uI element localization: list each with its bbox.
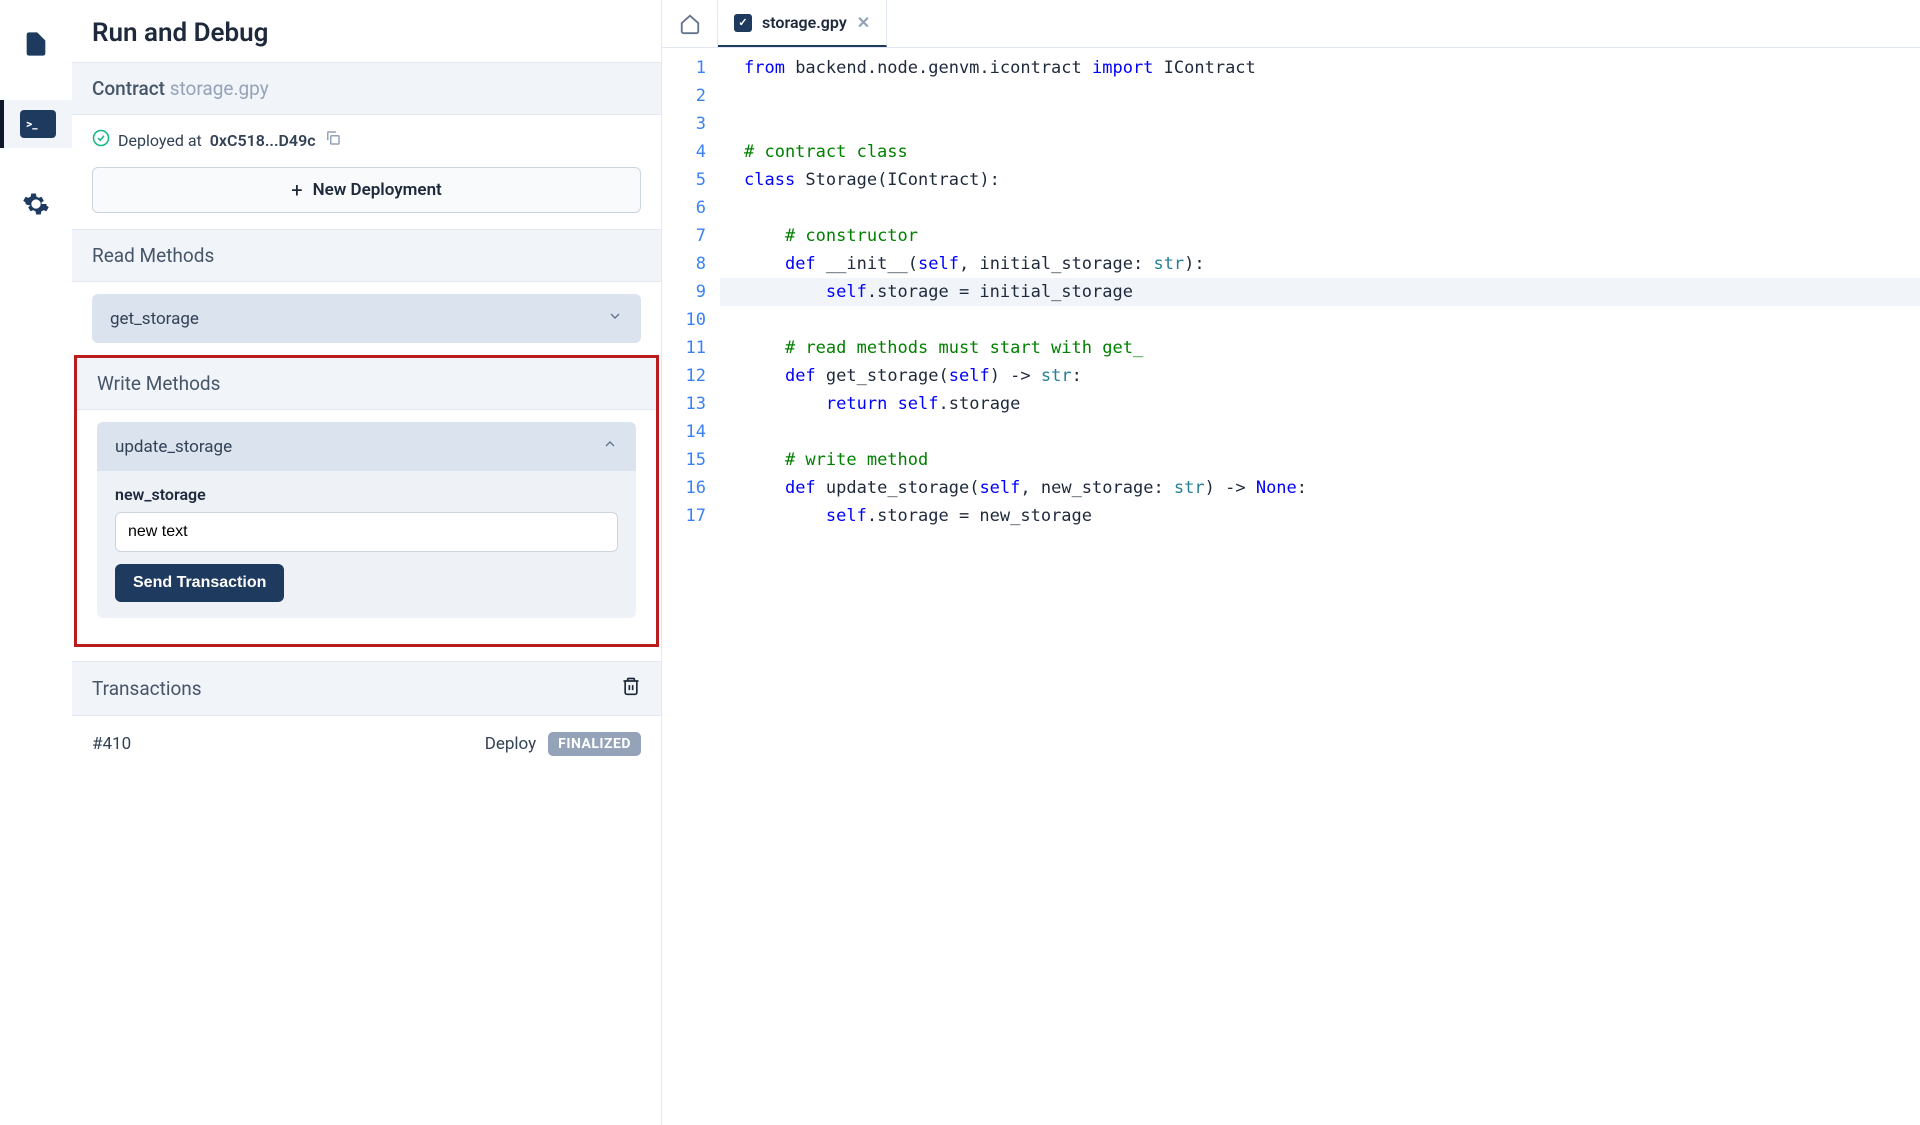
plus-icon: +: [291, 178, 302, 202]
deployed-label: Deployed at: [118, 131, 202, 150]
read-methods-header: Read Methods: [72, 229, 661, 282]
terminal-icon[interactable]: >_: [0, 100, 72, 148]
check-icon: [92, 129, 110, 151]
file-tab-storage[interactable]: ✓ storage.gpy ✕: [718, 0, 887, 47]
method-body: new_storage Send Transaction: [97, 471, 636, 618]
read-method-get-storage[interactable]: get_storage: [92, 294, 641, 343]
deployed-status: Deployed at 0xC518...D49c: [72, 115, 661, 163]
code-lines: from backend.node.genvm.icontract import…: [720, 54, 1920, 1125]
tx-type: Deploy: [485, 734, 536, 754]
contract-file: storage.gpy: [170, 77, 269, 100]
home-tab[interactable]: [662, 0, 718, 47]
chevron-up-icon: [602, 436, 618, 457]
chevron-down-icon: [607, 308, 623, 329]
editor-area: ✓ storage.gpy ✕ 123456789101112131415161…: [662, 0, 1920, 1125]
method-name: update_storage: [115, 437, 232, 457]
file-tab-name: storage.gpy: [762, 13, 847, 32]
send-transaction-button[interactable]: Send Transaction: [115, 564, 284, 602]
copy-icon[interactable]: [324, 129, 342, 151]
code-editor[interactable]: 1234567891011121314151617 from backend.n…: [662, 48, 1920, 1125]
tab-bar: ✓ storage.gpy ✕: [662, 0, 1920, 48]
settings-icon[interactable]: [12, 180, 60, 228]
new-deployment-label: New Deployment: [313, 180, 442, 200]
file-check-icon: ✓: [734, 14, 752, 32]
write-methods-header: Write Methods: [77, 358, 656, 410]
trash-icon[interactable]: [621, 676, 641, 701]
file-icon[interactable]: [12, 20, 60, 68]
tx-id: #410: [92, 734, 131, 754]
write-methods-highlighted: Write Methods update_storage new_storage…: [74, 355, 659, 647]
contract-header: Contract storage.gpy: [72, 62, 661, 115]
transaction-row[interactable]: #410 Deploy FINALIZED: [72, 716, 661, 772]
transactions-header: Transactions: [72, 661, 661, 716]
write-method-update-storage[interactable]: update_storage: [97, 422, 636, 471]
param-label: new_storage: [115, 485, 618, 504]
contract-label: Contract: [92, 77, 165, 100]
deployed-address: 0xC518...D49c: [210, 131, 316, 150]
tx-status-badge: FINALIZED: [548, 732, 641, 756]
method-name: get_storage: [110, 309, 199, 329]
panel-title: Run and Debug: [72, 0, 661, 62]
new-deployment-button[interactable]: + New Deployment: [92, 167, 641, 213]
close-icon[interactable]: ✕: [857, 13, 870, 32]
debug-panel: Run and Debug Contract storage.gpy Deplo…: [72, 0, 662, 1125]
line-gutter: 1234567891011121314151617: [662, 54, 720, 1125]
icon-sidebar: >_: [0, 0, 72, 1125]
param-input-new-storage[interactable]: [115, 512, 618, 552]
